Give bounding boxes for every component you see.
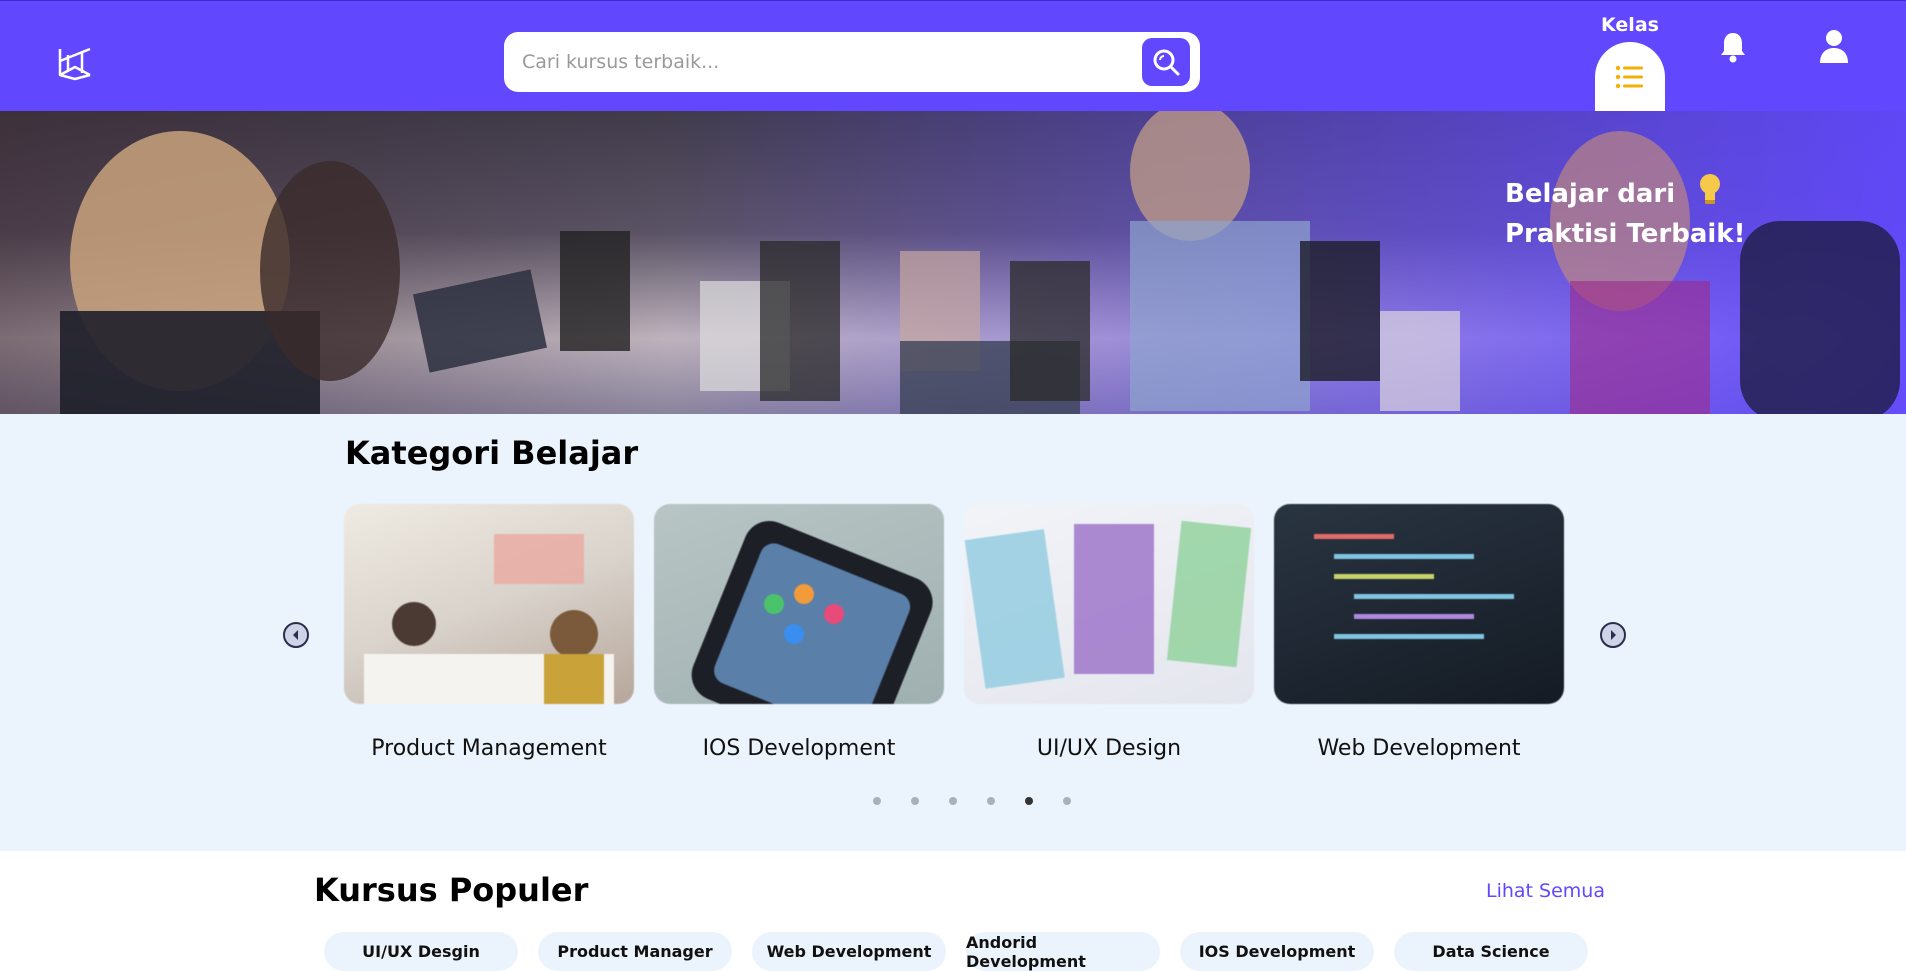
logo-icon[interactable] bbox=[56, 45, 94, 81]
top-navbar: Kelas bbox=[0, 0, 1906, 112]
kelas-button[interactable] bbox=[1595, 42, 1665, 112]
category-card-web-development[interactable] bbox=[1274, 504, 1564, 704]
category-label: IOS Development bbox=[702, 736, 896, 761]
notification-bell-icon[interactable] bbox=[1718, 31, 1748, 63]
search-button[interactable] bbox=[1142, 38, 1190, 86]
category-label: Web Development bbox=[1317, 736, 1521, 761]
carousel-dot[interactable] bbox=[949, 797, 957, 805]
filter-chip[interactable]: Product Manager bbox=[538, 932, 732, 971]
filter-chip[interactable]: Data Science bbox=[1394, 932, 1588, 971]
user-profile-icon[interactable] bbox=[1818, 29, 1850, 63]
filter-chip[interactable]: Andorid Development bbox=[966, 932, 1160, 971]
category-card-ios-development[interactable] bbox=[654, 504, 944, 704]
carousel-prev-button[interactable] bbox=[283, 622, 309, 648]
hero-title-line2: Praktisi Terbaik! bbox=[1505, 219, 1746, 249]
filter-chip[interactable]: UI/UX Desgin bbox=[324, 932, 518, 971]
category-image bbox=[964, 520, 1252, 689]
hero-title: Belajar dari Praktisi Terbaik! bbox=[1505, 172, 1745, 252]
popular-section-title: Kursus Populer bbox=[314, 871, 589, 909]
category-section-title: Kategori Belajar bbox=[345, 434, 639, 472]
carousel-dot[interactable] bbox=[873, 797, 881, 805]
lightbulb-icon bbox=[1698, 172, 1722, 216]
category-label: UI/UX Design bbox=[1036, 736, 1182, 761]
category-image bbox=[1314, 534, 1514, 639]
filter-chip[interactable]: IOS Development bbox=[1180, 932, 1374, 971]
carousel-dot[interactable] bbox=[987, 797, 995, 805]
see-all-link[interactable]: Lihat Semua bbox=[1486, 880, 1605, 902]
hero-title-line1: Belajar dari bbox=[1505, 179, 1676, 209]
carousel-dot[interactable] bbox=[911, 797, 919, 805]
carousel-dot-active[interactable] bbox=[1025, 797, 1033, 805]
search-icon bbox=[1153, 49, 1180, 76]
category-label: Product Management bbox=[371, 736, 607, 761]
hero-photo bbox=[60, 111, 1900, 414]
carousel-pagination bbox=[873, 797, 1071, 805]
search-input[interactable] bbox=[522, 32, 1122, 92]
chevron-right-icon bbox=[1611, 630, 1616, 640]
filter-chip[interactable]: Web Development bbox=[752, 932, 946, 971]
chevron-left-icon bbox=[293, 630, 298, 640]
carousel-next-button[interactable] bbox=[1600, 622, 1626, 648]
search-bar bbox=[504, 32, 1200, 92]
category-image bbox=[691, 520, 933, 704]
category-card-product-management[interactable] bbox=[344, 504, 634, 704]
list-icon bbox=[1615, 65, 1643, 89]
hero-banner: Belajar dari Praktisi Terbaik! bbox=[0, 111, 1906, 414]
carousel-dot[interactable] bbox=[1063, 797, 1071, 805]
kelas-label: Kelas bbox=[1601, 14, 1659, 36]
category-image bbox=[364, 534, 614, 704]
category-card-ui-ux-design[interactable] bbox=[964, 504, 1254, 704]
